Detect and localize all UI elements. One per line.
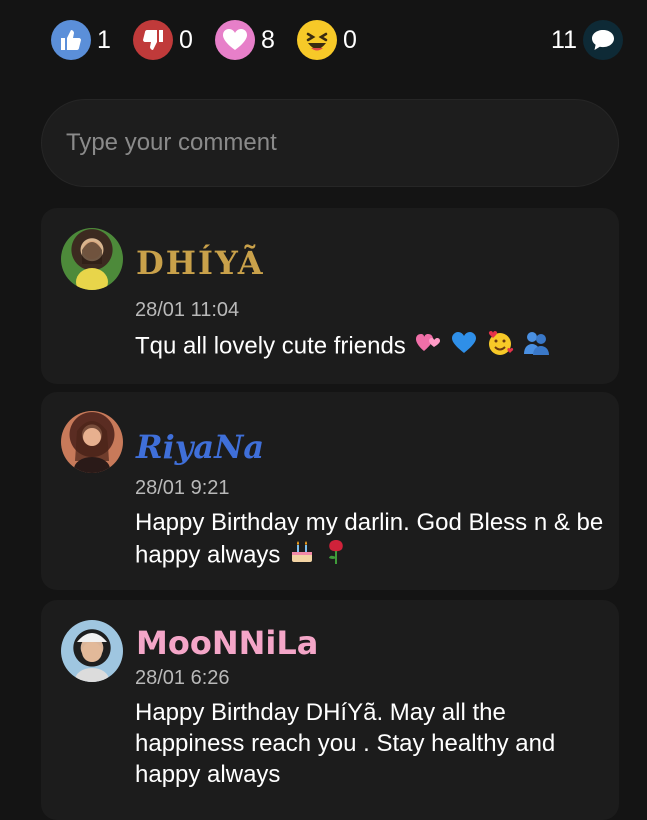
avatar[interactable] xyxy=(61,620,123,682)
people-hugging-icon xyxy=(522,330,550,364)
birthday-cake-icon xyxy=(289,539,315,573)
comment-input[interactable] xyxy=(64,128,618,158)
comment-text-content: Happy Birthday my darlin. God Bless n & … xyxy=(135,509,604,569)
comment-text: Happy Birthday DHíYã. May all the happin… xyxy=(135,697,605,790)
blue-heart-icon xyxy=(451,331,477,363)
love-reaction[interactable]: 8 xyxy=(215,20,275,60)
comment-text-content: Happy Birthday DHíYã. May all the happin… xyxy=(135,699,556,788)
laughing-face-icon[interactable] xyxy=(297,20,337,60)
avatar[interactable] xyxy=(61,411,123,473)
speech-bubble-icon[interactable] xyxy=(583,20,623,60)
comment-count[interactable]: 11 xyxy=(551,20,623,60)
comment-username[interactable]: RiyaNa xyxy=(136,428,264,466)
comment-timestamp: 28/01 11:04 xyxy=(135,299,240,321)
love-count: 8 xyxy=(261,25,275,54)
haha-count: 0 xyxy=(343,25,357,54)
comment-username[interactable]: DHÍYÃ xyxy=(136,244,265,282)
comment-text: Happy Birthday my darlin. God Bless n & … xyxy=(135,507,605,574)
rose-icon xyxy=(324,538,348,574)
comment-text-content: Tqu all lovely cute friends xyxy=(135,332,406,360)
reactions-bar: 1 0 8 0 11 xyxy=(0,0,647,80)
comment-timestamp: 28/01 6:26 xyxy=(135,667,230,689)
dislike-count: 0 xyxy=(179,25,193,54)
thumbs-down-icon[interactable] xyxy=(133,20,173,60)
comment-count-value: 11 xyxy=(551,25,577,54)
heart-icon[interactable] xyxy=(215,20,255,60)
comment-card: MooNNiLa 28/01 6:26 Happy Birthday DHíYã… xyxy=(41,600,619,820)
thumbs-up-icon[interactable] xyxy=(51,20,91,60)
dislike-reaction[interactable]: 0 xyxy=(133,20,193,60)
like-count: 1 xyxy=(97,25,111,54)
avatar[interactable] xyxy=(61,228,123,290)
two-hearts-icon xyxy=(414,331,442,363)
comment-timestamp: 28/01 9:21 xyxy=(135,477,230,499)
comment-card: DHÍYÃ 28/01 11:04 Tqu all lovely cute fr… xyxy=(41,208,619,384)
comment-username[interactable]: MooNNiLa xyxy=(136,624,318,662)
comment-card: RiyaNa 28/01 9:21 Happy Birthday my darl… xyxy=(41,392,619,590)
like-reaction[interactable]: 1 xyxy=(51,20,111,60)
smiling-face-with-hearts-icon xyxy=(486,329,514,365)
comment-input-container[interactable] xyxy=(41,99,619,187)
haha-reaction[interactable]: 0 xyxy=(297,20,357,60)
comment-text: Tqu all lovely cute friends xyxy=(135,329,605,365)
